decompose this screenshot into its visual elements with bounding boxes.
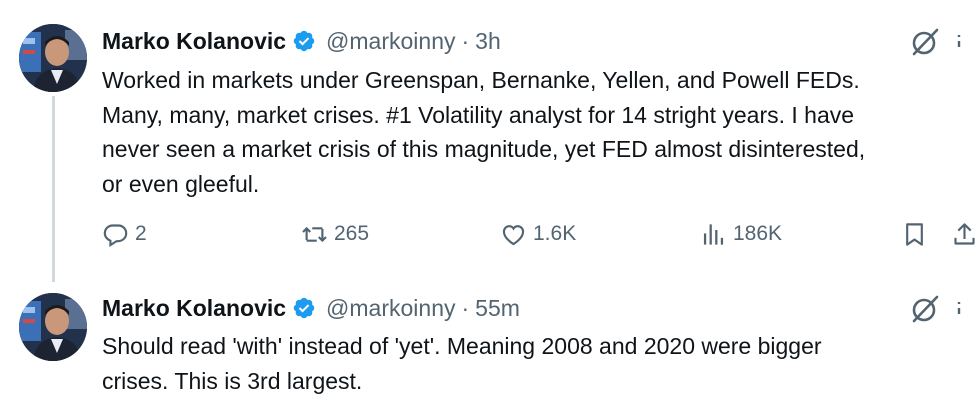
author-name[interactable]: Marko Kolanovic: [102, 295, 286, 322]
tweet-text: Worked in markets under Greenspan, Berna…: [102, 67, 866, 197]
verified-badge-icon: [293, 30, 315, 52]
retweet-icon: [302, 226, 327, 242]
like-count: 1.6K: [533, 222, 577, 245]
tweet-1[interactable]: Marko Kolanovic @markoinny · 3h Worked i…: [0, 0, 975, 285]
thread-line: [52, 96, 55, 282]
like-icon: [502, 224, 525, 245]
separator-dot: ·: [461, 294, 470, 321]
timestamp[interactable]: 3h: [475, 28, 501, 55]
separator-dot: ·: [461, 27, 470, 54]
tweet-header: Marko Kolanovic @markoinny · 55m: [102, 291, 520, 325]
bookmark-button[interactable]: [901, 218, 934, 250]
avatar-photo: [19, 24, 87, 92]
bookmark-icon: [906, 222, 923, 246]
grok-icon[interactable]: [908, 27, 942, 57]
share-button[interactable]: [951, 218, 975, 250]
tweet-2[interactable]: Marko Kolanovic @markoinny · 55m Should …: [0, 285, 975, 418]
view-count: 186K: [733, 222, 783, 245]
author-name[interactable]: Marko Kolanovic: [102, 28, 286, 55]
retweet-count: 265: [334, 222, 370, 245]
avatar[interactable]: [19, 293, 87, 361]
like-button[interactable]: 1.6K: [500, 218, 576, 250]
reply-icon: [103, 223, 128, 247]
avatar-photo: [19, 293, 87, 361]
verified-badge-icon: [293, 297, 315, 319]
views-icon: [703, 223, 724, 245]
retweet-button[interactable]: 265: [301, 218, 369, 250]
timestamp[interactable]: 55m: [475, 295, 520, 322]
share-icon: [954, 222, 975, 245]
reply-button[interactable]: 2: [102, 218, 147, 250]
views-button[interactable]: 186K: [700, 218, 782, 250]
grok-icon[interactable]: [908, 294, 942, 324]
avatar[interactable]: [19, 24, 87, 92]
tweet-header: Marko Kolanovic @markoinny · 3h: [102, 24, 501, 58]
reply-count: 2: [135, 222, 147, 245]
author-handle[interactable]: @markoinny: [326, 295, 455, 322]
author-handle[interactable]: @markoinny: [326, 28, 455, 55]
more-icon[interactable]: [957, 33, 975, 51]
tweet-text: Should read 'with' instead of 'yet'. Mea…: [102, 333, 822, 394]
more-icon[interactable]: [957, 300, 975, 318]
